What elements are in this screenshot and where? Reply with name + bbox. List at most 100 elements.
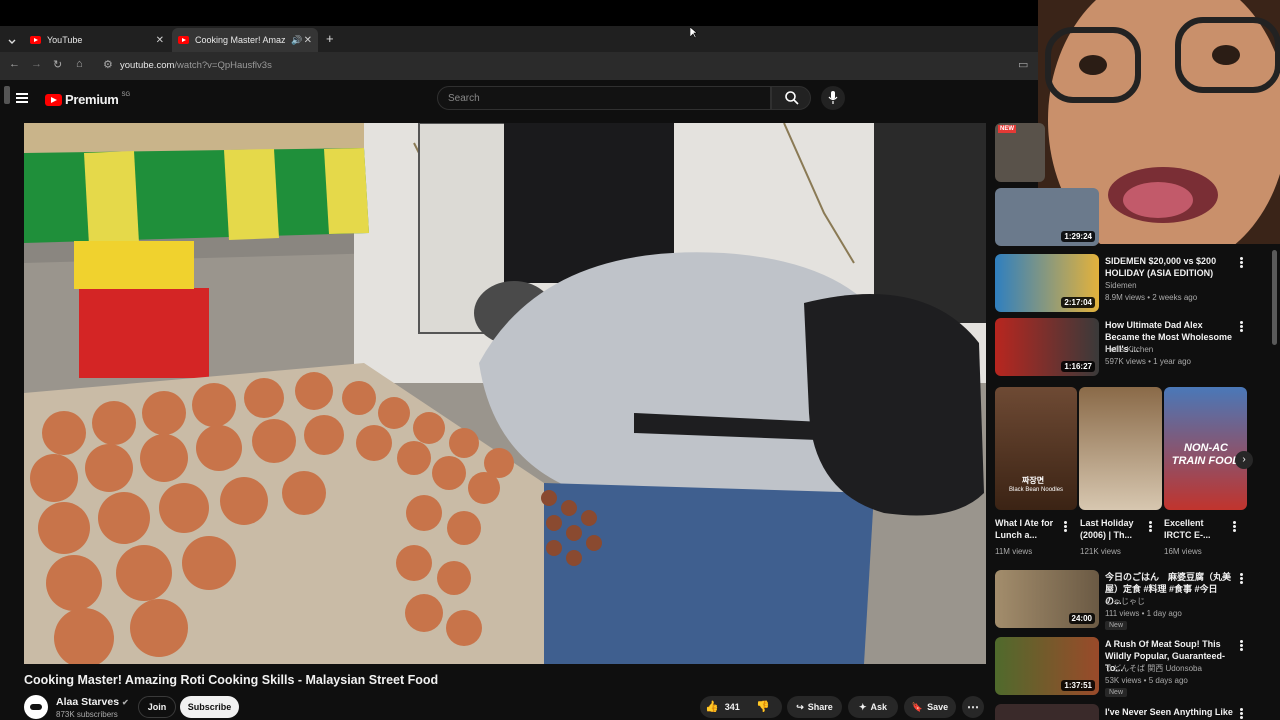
more-actions-button[interactable]: ⋯ bbox=[962, 696, 984, 718]
region-code: SG bbox=[121, 91, 131, 98]
new-badge: NEW bbox=[998, 125, 1016, 133]
tab-label: Cooking Master! Amazing R bbox=[195, 35, 285, 45]
page-scrollbar[interactable] bbox=[1272, 250, 1277, 345]
menu-icon[interactable] bbox=[16, 93, 28, 103]
video-meta: 53K views • 5 days ago bbox=[1105, 676, 1188, 685]
recommended-thumbnail[interactable]: 1:16:27 bbox=[995, 318, 1099, 376]
speaker-icon[interactable]: 🔊 bbox=[291, 35, 302, 46]
home-icon[interactable]: ⌂ bbox=[76, 58, 83, 70]
short-views: 121K views bbox=[1080, 547, 1121, 556]
browser-address-bar: ← → ↻ ⌂ ⚙ youtube.com/watch?v=QpHausflv3… bbox=[0, 52, 1040, 80]
video-title-heading: Cooking Master! Amazing Roti Cooking Ski… bbox=[24, 673, 439, 687]
video-meta: 111 views • 1 day ago bbox=[1105, 609, 1182, 618]
short-title[interactable]: Excellent IRCTC E-... bbox=[1164, 517, 1226, 541]
bookmark-icon: 🔖 bbox=[911, 701, 924, 712]
channel-name[interactable]: Hell's Kitchen bbox=[1105, 344, 1153, 356]
ask-button[interactable]: ✦ Ask bbox=[848, 696, 898, 718]
youtube-favicon-icon bbox=[30, 36, 41, 44]
thumbs-up-icon: 👍 bbox=[705, 701, 719, 713]
search-input[interactable]: Search bbox=[437, 86, 771, 110]
new-badge: New bbox=[1105, 621, 1128, 630]
youtube-header: Premium SG Search bbox=[0, 80, 1040, 120]
shorts-next-button[interactable]: › bbox=[1235, 451, 1253, 469]
short-views: 11M views bbox=[995, 547, 1033, 556]
microphone-icon bbox=[828, 91, 838, 104]
more-options-icon[interactable] bbox=[1240, 708, 1243, 719]
share-icon: ↪ bbox=[796, 701, 804, 712]
reload-icon[interactable]: ↻ bbox=[53, 58, 62, 71]
duration-badge: 1:37:51 bbox=[1061, 680, 1095, 691]
cast-icon[interactable]: ▭ bbox=[1018, 58, 1028, 71]
video-frame bbox=[24, 123, 986, 664]
mouse-cursor-icon bbox=[689, 26, 698, 44]
short-thumbnail[interactable] bbox=[1079, 387, 1162, 510]
more-options-icon[interactable] bbox=[1149, 521, 1152, 532]
video-meta: 8.9M views • 2 weeks ago bbox=[1105, 293, 1198, 302]
new-tab-button[interactable]: + bbox=[326, 31, 334, 46]
back-icon[interactable]: ← bbox=[9, 58, 20, 70]
video-player[interactable] bbox=[24, 123, 986, 664]
recommended-thumbnail[interactable]: 1:29:24 bbox=[995, 188, 1099, 246]
recommended-thumbnail[interactable]: 24:00 bbox=[995, 570, 1099, 628]
duration-badge: 1:29:24 bbox=[1061, 231, 1095, 242]
subscriber-count: 873K subscribers bbox=[56, 710, 118, 719]
tab-close-icon[interactable]: ✕ bbox=[304, 35, 312, 46]
video-title[interactable]: SIDEMEN $20,000 vs $200 HOLIDAY (ASIA ED… bbox=[1105, 255, 1233, 279]
voice-search-button[interactable] bbox=[821, 86, 845, 110]
tab-close-icon[interactable]: ✕ bbox=[156, 35, 164, 46]
more-horizontal-icon: ⋯ bbox=[967, 700, 979, 714]
ask-label: Ask bbox=[870, 702, 888, 712]
short-views: 16M views bbox=[1164, 547, 1202, 556]
site-info-icon[interactable]: ⚙ bbox=[103, 58, 113, 71]
tab-youtube[interactable]: YouTube ✕ bbox=[24, 28, 170, 52]
url-path: /watch?v=QpHausflv3s bbox=[174, 60, 272, 71]
video-meta: 597K views • 1 year ago bbox=[1105, 357, 1191, 366]
subscribe-button[interactable]: Subscribe bbox=[180, 696, 239, 718]
save-label: Save bbox=[927, 702, 949, 712]
search-icon bbox=[785, 91, 799, 105]
channel-name[interactable]: Sidemen bbox=[1105, 280, 1137, 292]
more-options-icon[interactable] bbox=[1240, 573, 1243, 584]
duration-badge: 2:17:04 bbox=[1061, 297, 1095, 308]
more-options-icon[interactable] bbox=[1240, 257, 1243, 268]
channel-name-text: Alaa Starves bbox=[56, 696, 120, 708]
recommended-thumbnail[interactable] bbox=[995, 704, 1099, 720]
short-thumbnail[interactable]: 짜장면 Black Bean Noodles bbox=[995, 387, 1077, 510]
recommended-thumbnail[interactable]: 2:17:04 bbox=[995, 254, 1099, 312]
url-host: youtube.com bbox=[120, 60, 175, 71]
thumbs-down-icon: 👎 bbox=[756, 701, 770, 713]
more-options-icon[interactable] bbox=[1240, 640, 1243, 651]
join-button[interactable]: Join bbox=[138, 696, 176, 718]
channel-name[interactable]: Alaa Starves ✔ bbox=[56, 696, 129, 708]
short-title[interactable]: Last Holiday (2006) | Th... bbox=[1080, 517, 1142, 541]
channel-name[interactable]: じゃじゃじ bbox=[1105, 596, 1145, 608]
more-options-icon[interactable] bbox=[1233, 521, 1236, 532]
youtube-premium-logo[interactable]: Premium SG bbox=[45, 92, 130, 107]
url-field[interactable]: youtube.com/watch?v=QpHausflv3s bbox=[120, 60, 272, 71]
share-button[interactable]: ↪ Share bbox=[787, 696, 842, 718]
more-options-icon[interactable] bbox=[1240, 321, 1243, 332]
channel-avatar[interactable] bbox=[24, 695, 48, 719]
youtube-favicon-icon bbox=[178, 36, 189, 44]
like-button[interactable]: 👍 341 bbox=[705, 700, 740, 713]
tab-current-video[interactable]: Cooking Master! Amazing R 🔊 ✕ bbox=[172, 28, 318, 52]
sidebar-edge bbox=[4, 86, 10, 104]
recommended-thumbnail[interactable]: NEW bbox=[995, 123, 1045, 182]
search-button[interactable] bbox=[771, 86, 811, 110]
tab-list-chevron-icon[interactable] bbox=[7, 34, 17, 44]
short-subcaption: Black Bean Noodles bbox=[1009, 487, 1064, 493]
logo-text: Premium bbox=[65, 92, 119, 107]
short-thumbnail[interactable]: NON-AC TRAIN FOOD bbox=[1164, 387, 1247, 510]
more-options-icon[interactable] bbox=[1064, 521, 1067, 532]
sparkle-icon: ✦ bbox=[858, 701, 867, 712]
duration-badge: 24:00 bbox=[1068, 613, 1095, 624]
dislike-button[interactable]: 👎 bbox=[756, 700, 770, 713]
like-count: 341 bbox=[724, 701, 740, 712]
youtube-logo-icon bbox=[45, 93, 62, 106]
channel-name[interactable]: うどんそば 関西 Udonsoba bbox=[1105, 663, 1202, 675]
recommended-thumbnail[interactable]: 1:37:51 bbox=[995, 637, 1099, 695]
short-title[interactable]: What I Ate for Lunch a... bbox=[995, 517, 1057, 541]
save-button[interactable]: 🔖 Save bbox=[904, 696, 956, 718]
video-title[interactable]: I've Never Seen Anything Like bbox=[1105, 706, 1233, 718]
forward-icon[interactable]: → bbox=[31, 58, 42, 70]
